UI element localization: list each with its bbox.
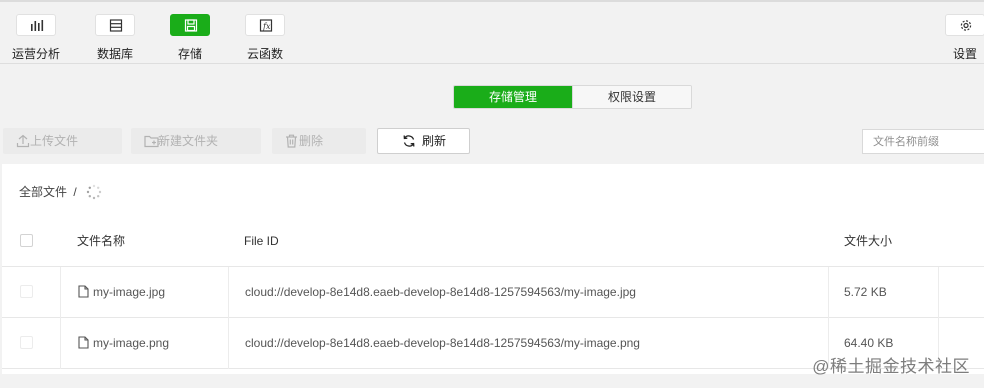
upload-file-label: 上传文件 bbox=[30, 134, 79, 148]
header-file-size: 文件大小 bbox=[844, 234, 893, 248]
bar-chart-icon bbox=[16, 14, 56, 36]
trash-icon bbox=[286, 134, 297, 148]
refresh-icon bbox=[403, 135, 415, 147]
file-name[interactable]: my-image.png bbox=[93, 318, 169, 369]
delete-label: 删除 bbox=[299, 134, 324, 148]
function-icon: fx bbox=[245, 14, 285, 36]
breadcrumb-root[interactable]: 全部文件 bbox=[19, 185, 67, 199]
column-divider bbox=[828, 267, 829, 318]
toolbar-label: 云函数 bbox=[246, 47, 283, 61]
delete-button[interactable]: 删除 bbox=[272, 128, 366, 154]
gear-icon bbox=[945, 14, 984, 36]
loading-spinner-icon bbox=[86, 184, 102, 200]
file-name[interactable]: my-image.jpg bbox=[93, 267, 165, 318]
upload-icon bbox=[16, 134, 30, 148]
toolbar-label: 数据库 bbox=[96, 47, 133, 61]
column-divider bbox=[938, 267, 939, 318]
column-divider bbox=[60, 318, 61, 369]
row-checkbox[interactable] bbox=[20, 285, 33, 298]
row-checkbox[interactable] bbox=[20, 336, 33, 349]
new-folder-button[interactable]: 新建文件夹 bbox=[131, 128, 261, 154]
toolbar-item-settings[interactable]: 设置 bbox=[933, 14, 984, 61]
column-divider bbox=[60, 267, 61, 318]
table-header: 文件名称 File ID 文件大小 bbox=[2, 216, 984, 267]
header-file-name: 文件名称 bbox=[77, 234, 126, 248]
breadcrumb: 全部文件 / bbox=[19, 183, 77, 200]
toolbar-label: 存储 bbox=[177, 47, 202, 61]
folder-plus-icon bbox=[144, 135, 159, 148]
svg-text:fx: fx bbox=[262, 22, 271, 31]
upload-file-button[interactable]: 上传文件 bbox=[3, 128, 122, 154]
toolbar-label: 运营分析 bbox=[11, 47, 60, 61]
header-file-id: File ID bbox=[244, 234, 279, 248]
filename-prefix-search-input[interactable] bbox=[862, 129, 984, 154]
file-icon bbox=[78, 336, 89, 349]
table-row[interactable]: my-image.jpg cloud://develop-8e14d8.eaeb… bbox=[2, 267, 984, 318]
toolbar-item-cloud-function[interactable]: fx 云函数 bbox=[233, 14, 297, 61]
top-toolbar: 运营分析 数据库 存储 fx 云函数 设置 bbox=[0, 2, 984, 64]
column-divider bbox=[228, 267, 229, 318]
breadcrumb-separator: / bbox=[73, 185, 77, 199]
select-all-checkbox[interactable] bbox=[20, 234, 33, 247]
storage-tabs: 存储管理 权限设置 bbox=[453, 85, 692, 109]
tab-permission-settings[interactable]: 权限设置 bbox=[572, 86, 691, 108]
file-list-panel: 全部文件 / 文件名称 File ID 文件大小 my-image.jpg cl… bbox=[2, 164, 984, 374]
new-folder-label: 新建文件夹 bbox=[158, 134, 219, 148]
file-id: cloud://develop-8e14d8.eaeb-develop-8e14… bbox=[245, 336, 640, 350]
file-id: cloud://develop-8e14d8.eaeb-develop-8e14… bbox=[245, 285, 636, 299]
tab-storage-management[interactable]: 存储管理 bbox=[454, 86, 572, 108]
watermark: @稀土掘金技术社区 bbox=[812, 357, 970, 376]
refresh-label: 刷新 bbox=[422, 134, 447, 148]
file-size: 5.72 KB bbox=[844, 285, 887, 299]
column-divider bbox=[228, 318, 229, 369]
storage-icon bbox=[170, 14, 210, 36]
file-icon bbox=[78, 285, 89, 298]
toolbar-item-analytics[interactable]: 运营分析 bbox=[4, 14, 68, 61]
toolbar-item-storage[interactable]: 存储 bbox=[158, 14, 222, 61]
toolbar-label: 设置 bbox=[952, 47, 977, 61]
toolbar-item-database[interactable]: 数据库 bbox=[83, 14, 147, 61]
database-icon bbox=[95, 14, 135, 36]
refresh-button[interactable]: 刷新 bbox=[377, 128, 470, 154]
